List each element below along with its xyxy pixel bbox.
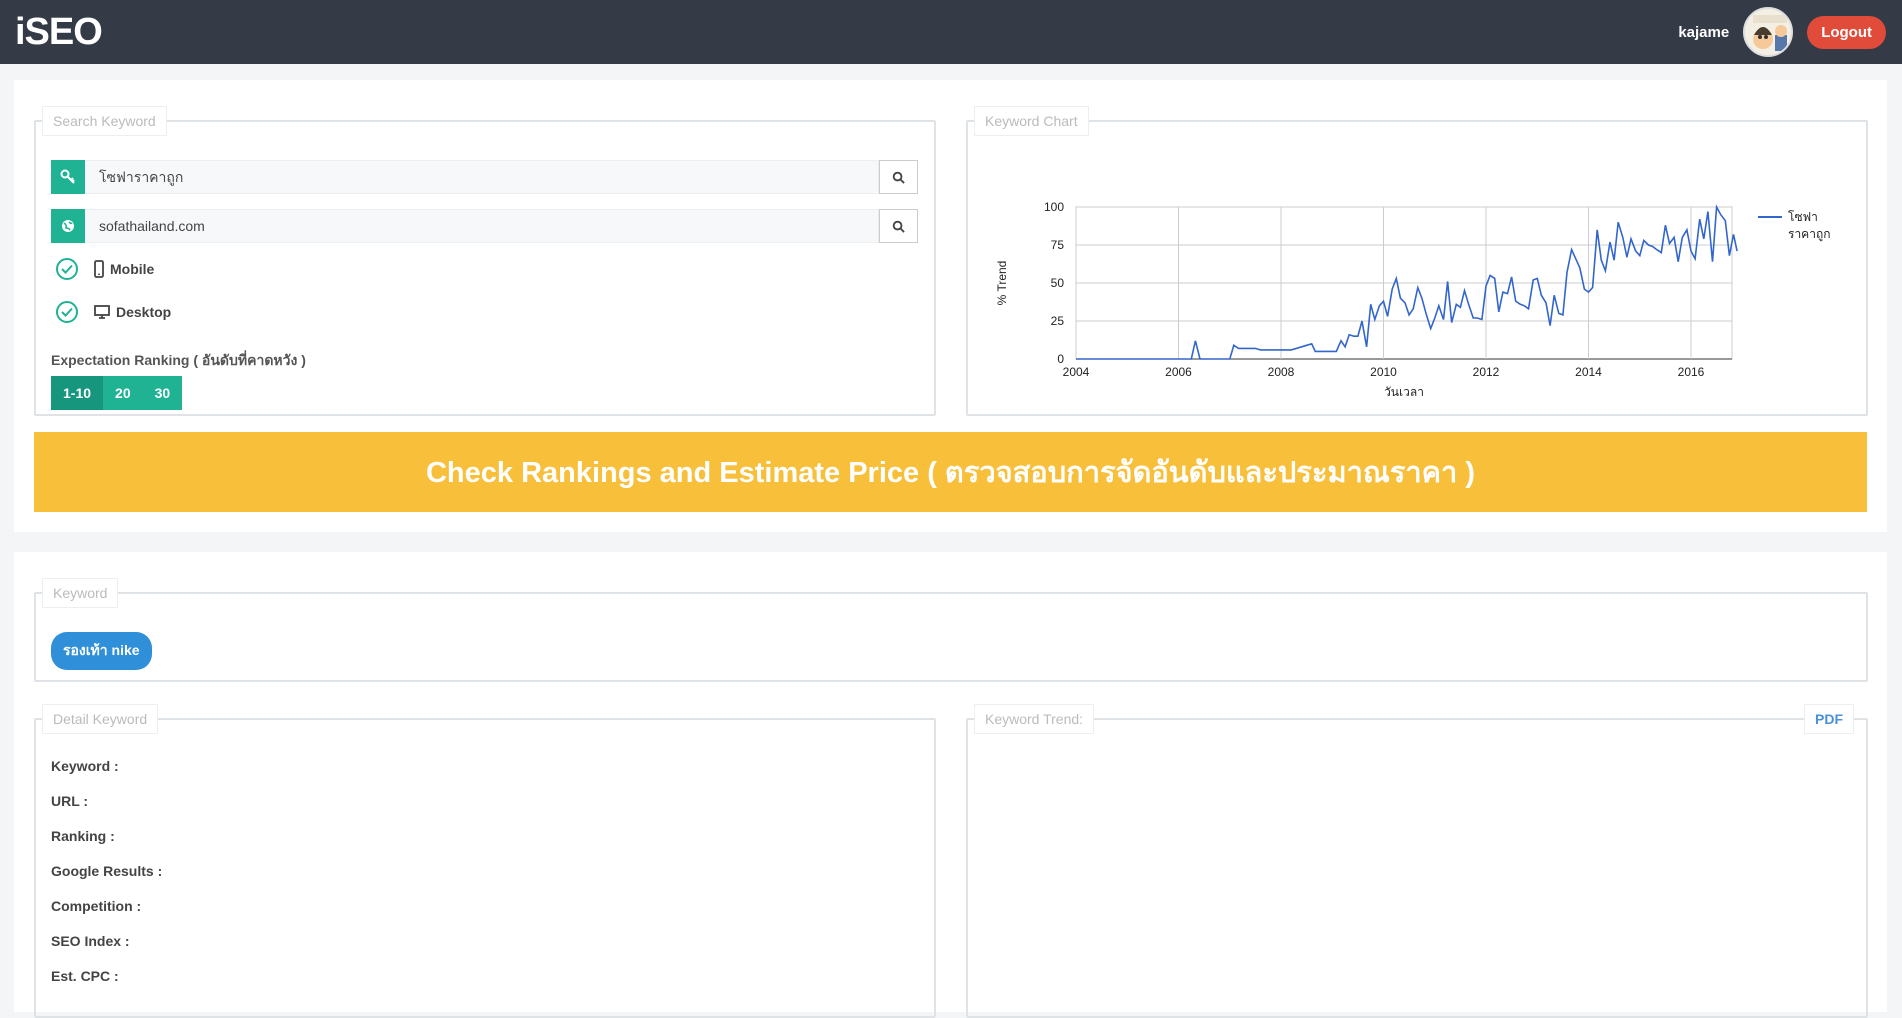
detail-est-cpc-label: Est. CPC : bbox=[51, 968, 119, 984]
detail-competition-label: Competition : bbox=[51, 898, 142, 914]
keyword-chart-legend: Keyword Chart bbox=[974, 106, 1089, 136]
ranking-option-20[interactable]: 20 bbox=[103, 376, 143, 410]
x-tick-label: 2014 bbox=[1575, 365, 1602, 379]
keyword-search-button[interactable] bbox=[879, 160, 918, 194]
user-box: kajame Logout bbox=[1678, 0, 1886, 64]
brand-logo[interactable]: iSEO bbox=[15, 11, 103, 54]
y-tick-label: 0 bbox=[1057, 352, 1064, 366]
desktop-option[interactable]: Desktop bbox=[56, 301, 171, 323]
globe-icon bbox=[51, 209, 85, 243]
check-rankings-button[interactable]: Check Rankings and Estimate Price ( ตรวจ… bbox=[34, 432, 1867, 512]
avatar[interactable] bbox=[1743, 7, 1794, 57]
logout-button[interactable]: Logout bbox=[1807, 15, 1886, 49]
search-icon bbox=[892, 220, 905, 233]
y-tick-label: 75 bbox=[1051, 238, 1065, 252]
keyword-input-group: โซฟาราคาถูก bbox=[51, 160, 918, 194]
y-tick-label: 50 bbox=[1051, 276, 1065, 290]
x-axis-label: วันเวลา bbox=[1384, 385, 1424, 399]
domain-input-group: sofathailand.com bbox=[51, 209, 918, 243]
keyword-trend-box: Keyword Trend: PDF bbox=[966, 704, 1868, 1018]
search-keyword-legend: Search Keyword bbox=[42, 106, 167, 136]
results-panel: Keyword รองเท้า nike Detail Keyword Keyw… bbox=[14, 552, 1887, 1018]
top-navbar: iSEO kajame Logout bbox=[0, 0, 1902, 64]
pdf-button[interactable]: PDF bbox=[1804, 704, 1854, 734]
detail-google-results-label: Google Results : bbox=[51, 863, 163, 879]
search-keyword-box: Search Keyword โซฟาราคาถูก sofathailand.… bbox=[34, 106, 936, 416]
detail-seo-index-label: SEO Index : bbox=[51, 933, 130, 949]
avatar-illustration-icon bbox=[1753, 15, 1788, 51]
keyword-chip[interactable]: รองเท้า nike bbox=[51, 632, 152, 670]
detail-keyword-label: Keyword : bbox=[51, 758, 119, 774]
ranking-option-1-10[interactable]: 1-10 bbox=[51, 376, 104, 410]
y-tick-label: 25 bbox=[1051, 314, 1065, 328]
x-tick-label: 2008 bbox=[1268, 365, 1295, 379]
username[interactable]: kajame bbox=[1678, 24, 1729, 41]
x-tick-label: 2006 bbox=[1165, 365, 1192, 379]
desktop-icon bbox=[94, 305, 110, 319]
detail-ranking-label: Ranking : bbox=[51, 828, 115, 844]
legend-label: โซฟาราคาถูก bbox=[1788, 210, 1830, 242]
check-icon[interactable] bbox=[56, 258, 78, 280]
check-icon[interactable] bbox=[56, 301, 78, 323]
y-tick-label: 100 bbox=[1044, 200, 1064, 214]
mobile-icon bbox=[94, 260, 104, 278]
y-axis-label: % Trend bbox=[995, 261, 1009, 306]
x-tick-label: 2016 bbox=[1678, 365, 1705, 379]
detail-keyword-legend: Detail Keyword bbox=[42, 704, 159, 734]
x-tick-label: 2012 bbox=[1473, 365, 1500, 379]
keyword-input[interactable]: โซฟาราคาถูก bbox=[85, 160, 879, 194]
ranking-button-group: 1-10 20 30 bbox=[51, 376, 183, 410]
keyword-legend: Keyword bbox=[42, 578, 119, 608]
keyword-trend-chart: 0 25 50 75 100 2004 2006 2008 2010 2012 2014 2016 วั… bbox=[995, 200, 1830, 399]
desktop-label: Desktop bbox=[116, 304, 172, 320]
keyword-trend-legend: Keyword Trend: bbox=[974, 704, 1095, 734]
search-icon bbox=[892, 171, 905, 184]
detail-keyword-box: Detail Keyword Keyword : URL : Ranking :… bbox=[34, 704, 936, 1018]
keyword-box: Keyword รองเท้า nike bbox=[34, 578, 1868, 682]
expectation-ranking-label: Expectation Ranking ( อันดับที่คาดหวัง ) bbox=[51, 352, 306, 368]
ranking-option-30[interactable]: 30 bbox=[142, 376, 183, 410]
search-panel: Search Keyword โซฟาราคาถูก sofathailand.… bbox=[14, 80, 1887, 532]
mobile-label: Mobile bbox=[110, 261, 155, 277]
detail-url-label: URL : bbox=[51, 793, 89, 809]
domain-input[interactable]: sofathailand.com bbox=[85, 209, 879, 243]
x-tick-label: 2010 bbox=[1370, 365, 1397, 379]
keyword-chart-box: Keyword Chart 0 25 50 75 100 2004 2006 2008 2010… bbox=[966, 106, 1868, 416]
x-tick-label: 2004 bbox=[1063, 365, 1090, 379]
key-icon bbox=[51, 160, 85, 194]
mobile-option[interactable]: Mobile bbox=[56, 258, 154, 280]
domain-search-button[interactable] bbox=[879, 209, 918, 243]
